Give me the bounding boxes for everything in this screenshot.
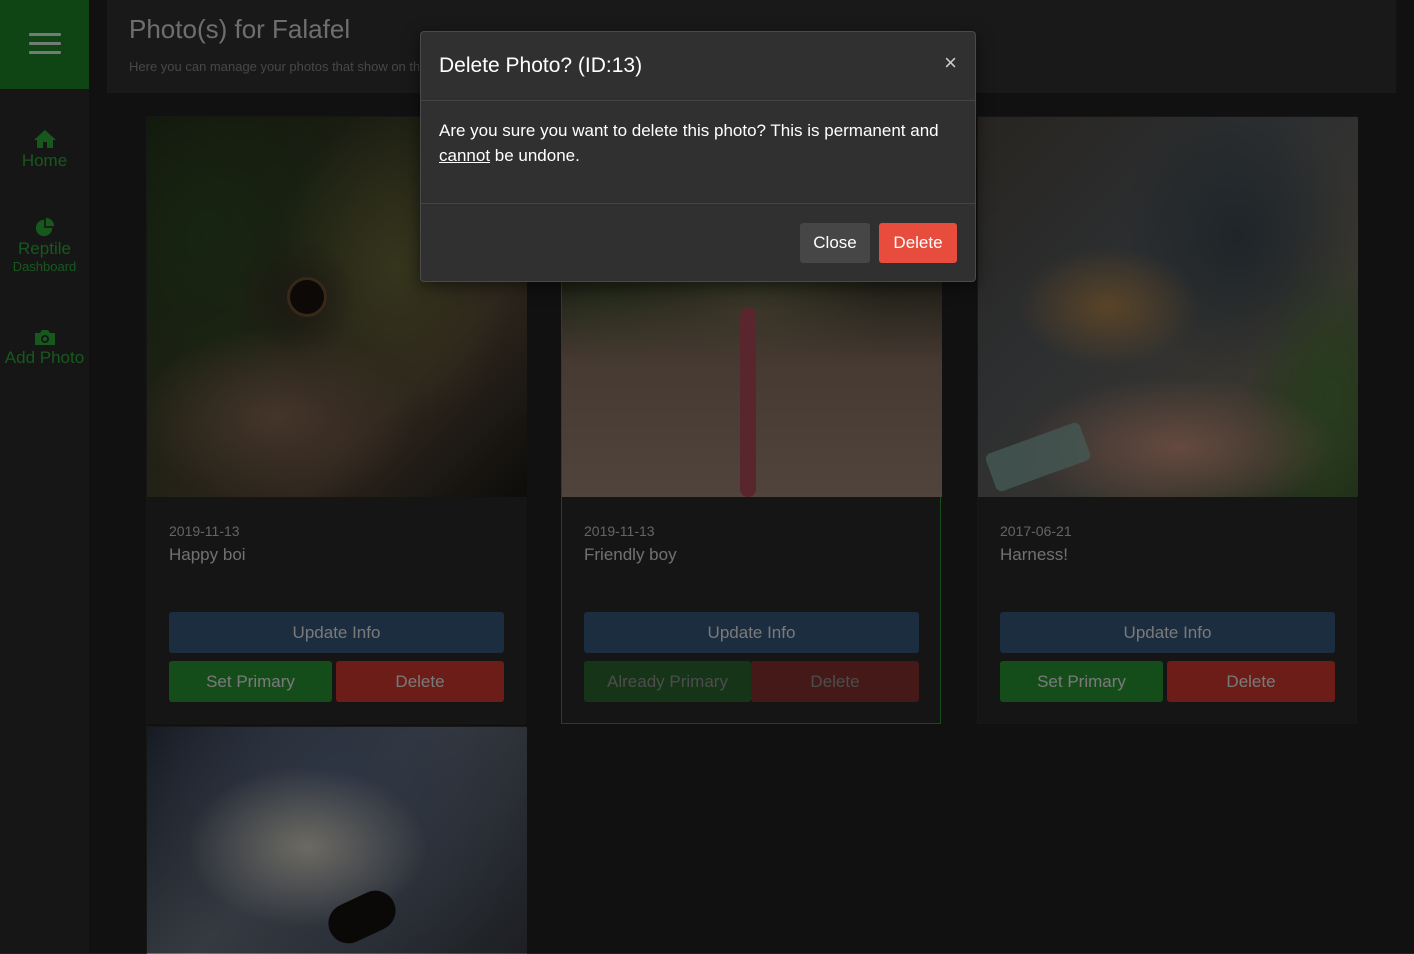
modal-message-end: be undone. [490,146,580,165]
confirm-delete-button[interactable]: Delete [879,223,957,263]
close-icon[interactable]: × [944,52,957,74]
modal-message-emphasis: cannot [439,146,491,165]
modal-body: Are you sure you want to delete this pho… [439,118,939,168]
close-button[interactable]: Close [800,223,870,263]
delete-photo-modal: Delete Photo? (ID:13) × Are you sure you… [420,31,976,282]
modal-header: Delete Photo? (ID:13) × [421,32,975,101]
modal-message: Are you sure you want to delete this pho… [439,121,939,140]
modal-title: Delete Photo? (ID:13) [439,54,643,77]
modal-footer: Close Delete [421,203,975,282]
